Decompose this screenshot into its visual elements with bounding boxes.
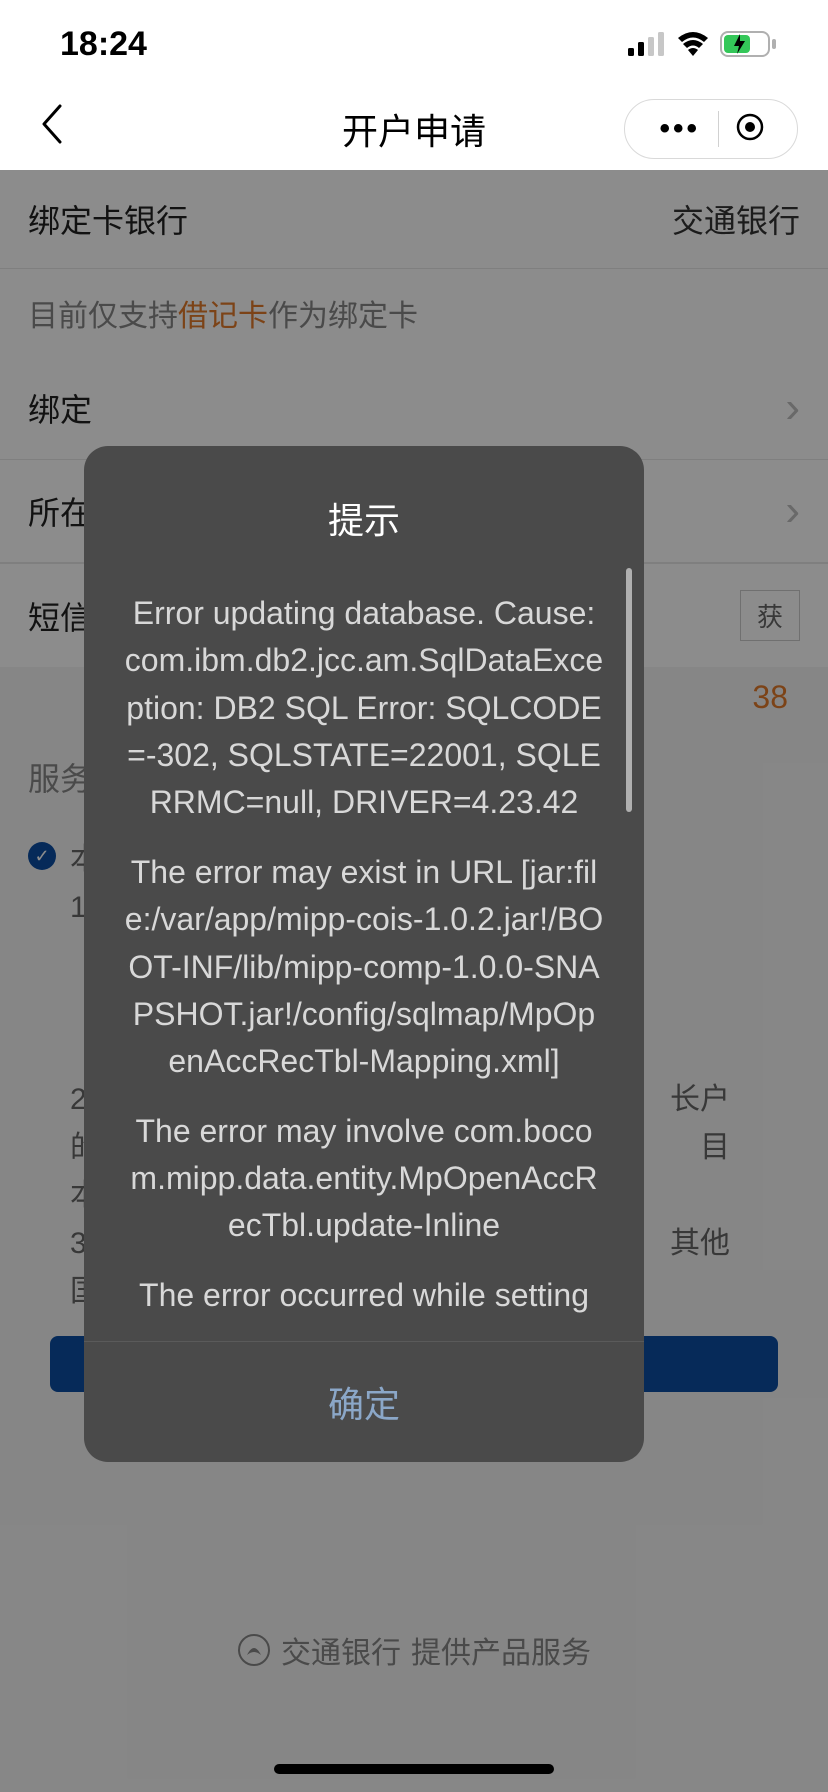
modal-message-3: The error may involve com.bocom.mipp.dat… [124, 1108, 604, 1250]
menu-icon[interactable]: ••• [641, 112, 718, 146]
battery-charging-icon [720, 31, 778, 57]
modal-confirm-button[interactable]: 确定 [84, 1341, 644, 1462]
wifi-icon [676, 32, 710, 56]
page-title: 开户申请 [342, 103, 486, 155]
status-time: 18:24 [60, 25, 147, 64]
modal-body-wrap: Error updating database. Cause: com.ibm.… [84, 560, 644, 1341]
page-content: 绑定卡银行 交通银行 目前仅支持借记卡作为绑定卡 绑定 所在 短信 获 38 服… [0, 170, 828, 1792]
modal-body[interactable]: Error updating database. Cause: com.ibm.… [124, 590, 604, 1331]
modal-message-2: The error may exist in URL [jar:file:/va… [124, 849, 604, 1086]
nav-bar: 开户申请 ••• [0, 88, 828, 170]
status-bar: 18:24 [0, 0, 828, 88]
back-button[interactable] [30, 104, 74, 155]
close-target-icon[interactable] [719, 112, 781, 147]
modal-title: 提示 [84, 446, 644, 560]
modal-message-4: The error occurred while setting [124, 1272, 604, 1319]
status-icons [628, 31, 778, 57]
alert-modal: 提示 Error updating database. Cause: com.i… [84, 446, 644, 1462]
scrollbar-thumb[interactable] [626, 568, 632, 812]
modal-message-1: Error updating database. Cause: com.ibm.… [124, 590, 604, 827]
cellular-signal-icon [628, 32, 666, 56]
mini-program-capsule: ••• [624, 99, 798, 159]
